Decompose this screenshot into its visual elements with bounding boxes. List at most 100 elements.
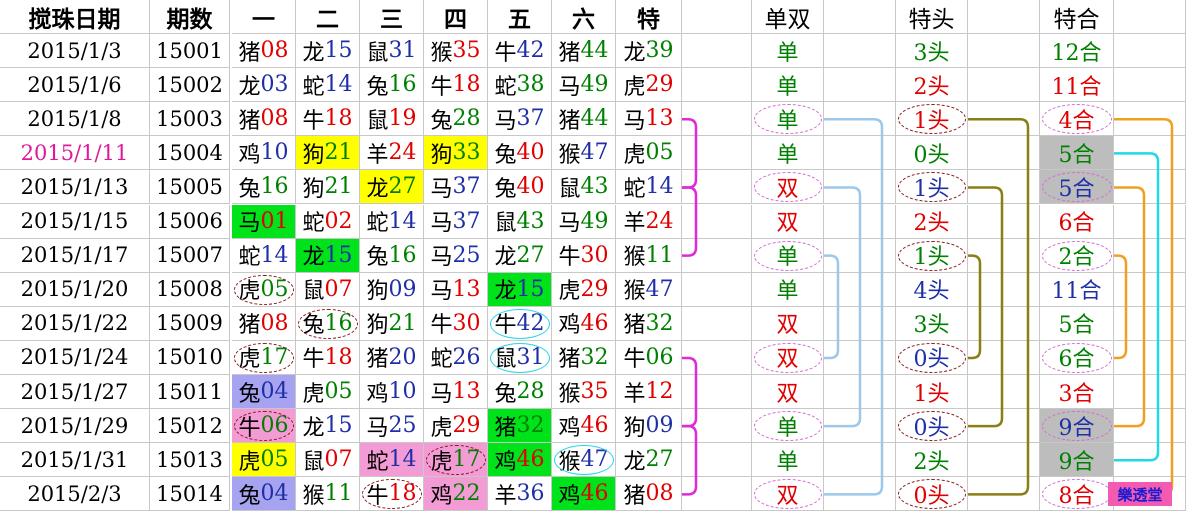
zodiac-label: 鸡 <box>238 142 261 168</box>
zodiac-label: 鸡 <box>558 313 581 339</box>
ball-number: 13 <box>452 276 481 302</box>
zodiac-label: 蛇 <box>302 74 325 100</box>
zodiac-label: 猪 <box>558 40 581 66</box>
ball-cell: 牛 18 <box>424 68 488 103</box>
odd-even-cell: 单 <box>752 102 824 137</box>
zodiac-label: 兔 <box>494 381 517 407</box>
ball-number: 14 <box>388 447 417 473</box>
zodiac-label: 马 <box>430 279 453 305</box>
ball-cell: 牛 30 <box>552 238 616 273</box>
zodiac-label: 猴 <box>558 449 581 475</box>
ball-number: 29 <box>452 413 481 439</box>
ball-cell: 牛 18 <box>296 340 360 375</box>
ball-number: 20 <box>388 344 417 370</box>
sum-cell: 5合 <box>1040 306 1114 341</box>
spacer-cell <box>1114 340 1186 375</box>
ball-number: 08 <box>645 481 674 507</box>
ball-cell: 牛 18 <box>360 477 424 512</box>
zodiac-label: 虎 <box>430 449 453 475</box>
spacer-cell <box>682 409 752 444</box>
ball-number: 31 <box>388 38 417 64</box>
ball-cell: 牛 30 <box>424 306 488 341</box>
odd-even-cell: 单 <box>752 272 824 307</box>
ball-number: 29 <box>645 72 674 98</box>
zodiac-label: 兔 <box>366 245 389 271</box>
ball-cell: 猪 08 <box>232 306 296 341</box>
zodiac-label: 鸡 <box>558 483 581 509</box>
sum-cell: 6合 <box>1040 340 1114 375</box>
ball-cell: 虎 29 <box>616 68 682 103</box>
zodiac-label: 鼠 <box>558 176 581 202</box>
ball-cell: 鼠 43 <box>552 170 616 205</box>
ball-cell: 蛇 14 <box>296 68 360 103</box>
ball-number: 37 <box>516 106 545 132</box>
header-spacer <box>968 0 1040 34</box>
period-cell: 15011 <box>150 375 230 410</box>
period-cell: 15003 <box>150 102 230 137</box>
ball-number: 22 <box>452 481 481 507</box>
ball-cell: 猴 35 <box>552 375 616 410</box>
spacer-cell <box>968 443 1040 478</box>
ball-cell: 兔 16 <box>232 170 296 205</box>
ball-cell: 羊 24 <box>616 204 682 239</box>
ball-number: 27 <box>388 174 417 200</box>
ball-cell: 兔 16 <box>360 68 424 103</box>
ball-number: 08 <box>260 310 289 336</box>
zodiac-label: 龙 <box>623 449 646 475</box>
zodiac-label: 虎 <box>558 279 581 305</box>
ball-number: 40 <box>516 174 545 200</box>
ball-cell: 鸡 10 <box>360 375 424 410</box>
ball-number: 18 <box>452 72 481 98</box>
zodiac-label: 狗 <box>430 142 453 168</box>
zodiac-label: 兔 <box>302 313 325 339</box>
zodiac-label: 猪 <box>558 108 581 134</box>
ball-number: 21 <box>388 310 417 336</box>
ball-number: 30 <box>580 242 609 268</box>
ball-cell: 猴 47 <box>616 272 682 307</box>
ball-number: 12 <box>645 379 674 405</box>
spacer-cell <box>682 136 752 171</box>
zodiac-label: 蛇 <box>366 449 389 475</box>
header-spacer <box>682 0 752 34</box>
ball-number: 08 <box>260 38 289 64</box>
ball-cell: 猪 32 <box>488 409 552 444</box>
date-cell: 2015/1/29 <box>0 409 150 444</box>
ball-number: 07 <box>324 276 353 302</box>
header-spacer <box>824 0 896 34</box>
ball-number: 43 <box>516 208 545 234</box>
zodiac-label: 马 <box>558 74 581 100</box>
zodiac-label: 猪 <box>238 313 261 339</box>
ball-cell: 鼠 07 <box>296 272 360 307</box>
ball-number: 30 <box>452 310 481 336</box>
ball-number: 14 <box>645 174 674 200</box>
ball-number: 15 <box>324 413 353 439</box>
ball-number: 11 <box>324 481 353 507</box>
ball-number: 17 <box>452 447 481 473</box>
ball-cell: 猪 08 <box>232 34 296 69</box>
ball-number: 18 <box>324 344 353 370</box>
ball-number: 44 <box>580 106 609 132</box>
ball-cell: 虎 05 <box>296 375 360 410</box>
header-spacer <box>1114 0 1186 34</box>
ball-number: 16 <box>260 174 289 200</box>
ball-number: 16 <box>388 242 417 268</box>
zodiac-label: 牛 <box>494 313 517 339</box>
ball-number: 15 <box>324 38 353 64</box>
ball-cell: 鸡 46 <box>552 477 616 512</box>
ball-number: 27 <box>645 447 674 473</box>
ball-number: 21 <box>324 140 353 166</box>
ball-cell: 羊 12 <box>616 375 682 410</box>
spacer-cell <box>1114 136 1186 171</box>
ball-number: 47 <box>645 276 674 302</box>
ball-number: 38 <box>516 72 545 98</box>
odd-even-cell: 双 <box>752 306 824 341</box>
spacer-cell <box>682 34 752 69</box>
ball-number: 31 <box>516 344 545 370</box>
ball-number: 09 <box>388 276 417 302</box>
header-n5: 五 <box>488 0 552 34</box>
head-cell: 2头 <box>896 443 968 478</box>
ball-number: 15 <box>324 242 353 268</box>
ball-number: 44 <box>580 38 609 64</box>
date-cell: 2015/1/27 <box>0 375 150 410</box>
zodiac-label: 虎 <box>623 142 646 168</box>
